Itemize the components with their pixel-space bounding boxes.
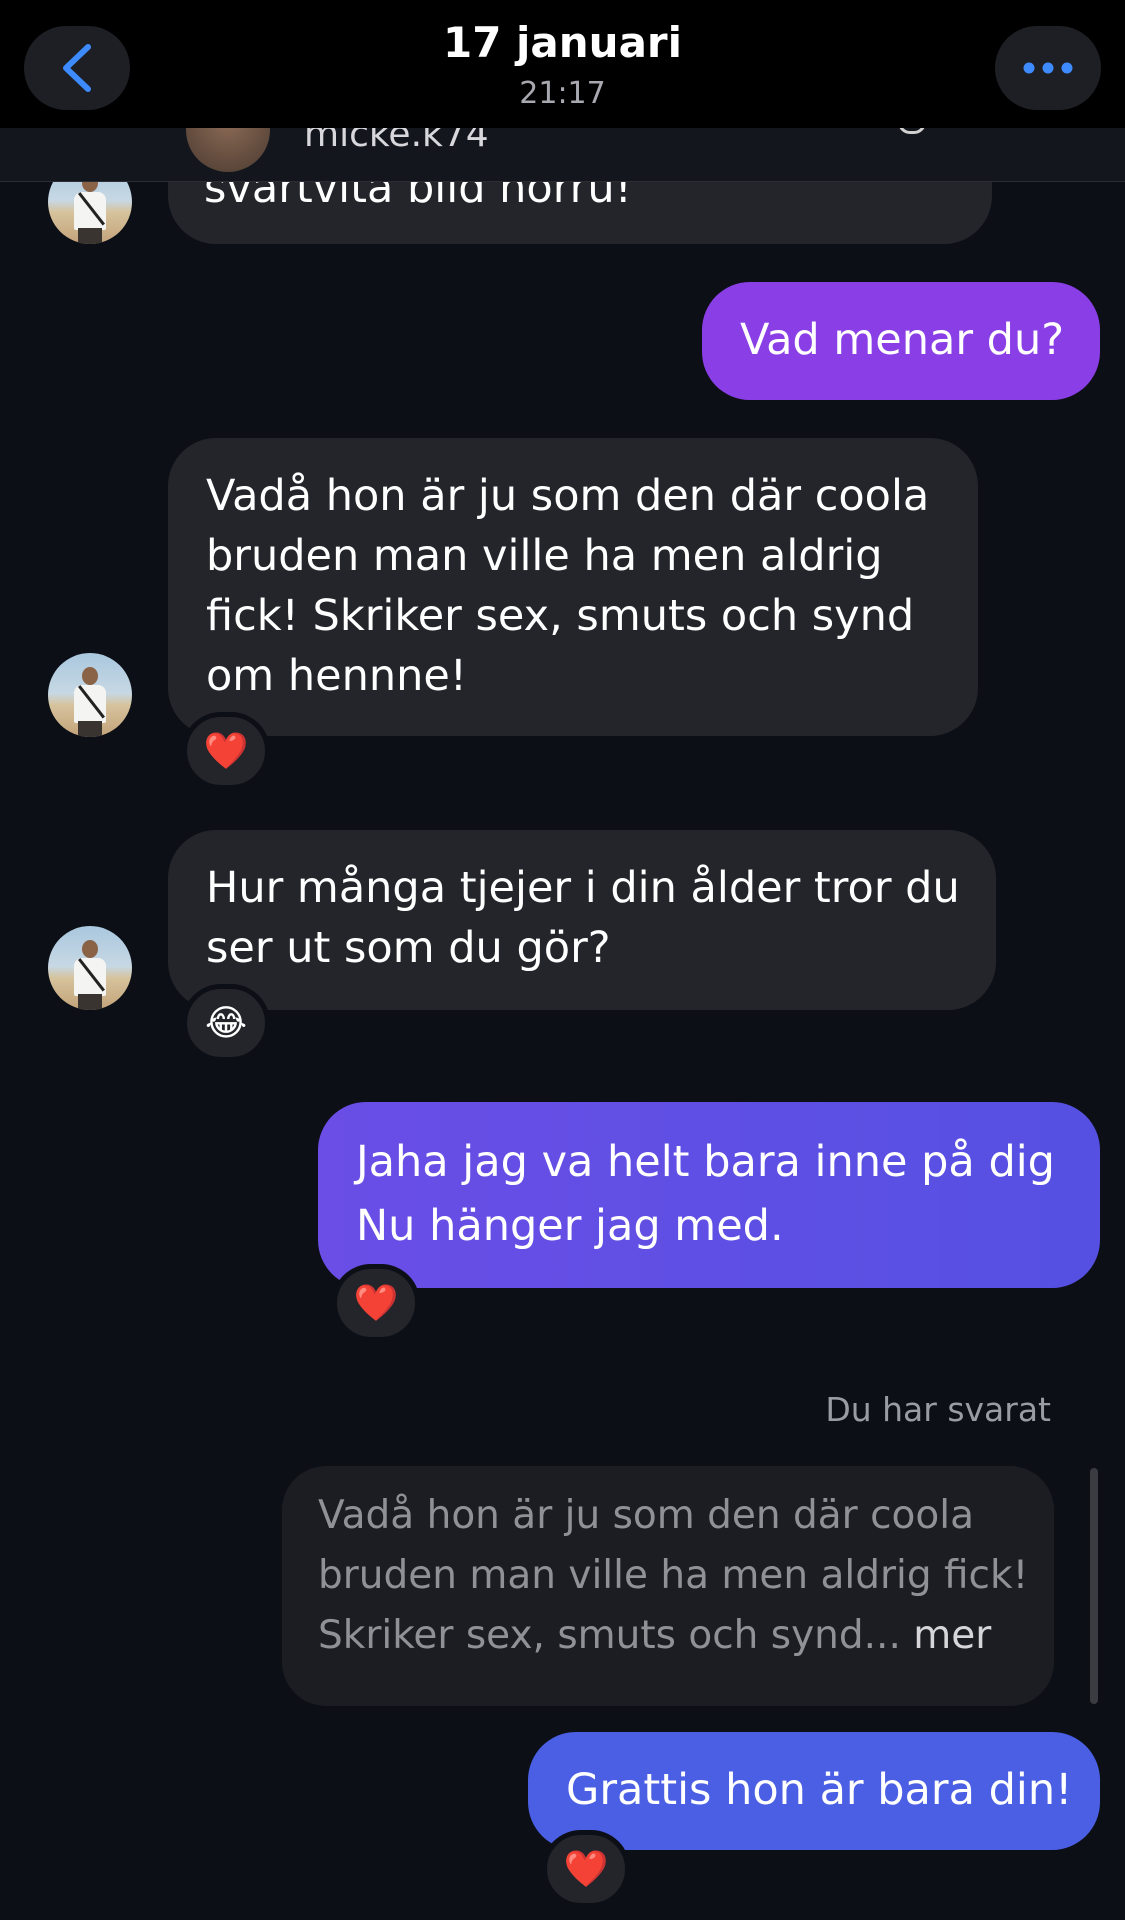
avatar — [186, 128, 270, 172]
laughing-emoji-icon: 😂 — [204, 1002, 248, 1044]
heart-reaction[interactable]: ❤️ — [332, 1264, 420, 1342]
profile-username: micke.k74 — [304, 128, 489, 155]
message-line: fick! Skriker sex, smuts och synd — [206, 591, 915, 641]
message-line: Hur många tjejer i din ålder tror du — [206, 863, 960, 913]
avatar[interactable] — [48, 653, 132, 737]
quoted-line: bruden man ville ha men aldrig fick! — [318, 1553, 1029, 1598]
avatar[interactable] — [48, 926, 132, 1010]
quoted-line: Skriker sex, smuts och synd... mer — [318, 1613, 992, 1658]
chat-header: 17 januari 21:17 — [0, 0, 1125, 128]
chat-date-title: 17 januari — [442, 18, 683, 67]
message-line: om hennne! — [206, 651, 468, 701]
message-line: Jaha jag va helt bara inne på dig — [356, 1137, 1055, 1187]
heart-icon: ❤️ — [203, 731, 249, 772]
heart-reaction[interactable]: ❤️ — [182, 712, 270, 790]
message-line: Vad menar du? — [740, 315, 1065, 365]
message-bubble-outgoing[interactable]: Jaha jag va helt bara inne på dig Nu hän… — [318, 1102, 1100, 1288]
message-bubble-outgoing[interactable]: Vad menar du? — [702, 282, 1100, 400]
more-link[interactable]: mer — [913, 1613, 991, 1658]
message-bubble-incoming[interactable]: Hur många tjejer i din ålder tror du ser… — [168, 830, 996, 1010]
heart-icon: ❤️ — [353, 1283, 399, 1324]
message-line: bruden man ville ha men aldrig — [206, 531, 883, 581]
more-options-button[interactable] — [995, 26, 1101, 110]
message-bubble-outgoing[interactable]: Grattis hon är bara din! — [528, 1732, 1100, 1850]
pinned-profile-strip[interactable]: micke.k74 — [0, 128, 1125, 182]
message-line: Grattis hon är bara din! — [566, 1765, 1073, 1815]
laugh-reaction[interactable]: 😂 — [182, 984, 270, 1062]
partial-icon — [898, 128, 926, 134]
quoted-message[interactable]: Vadå hon är ju som den där coola bruden … — [282, 1466, 1054, 1706]
reply-indicator-bar — [1090, 1468, 1098, 1704]
chat-screen: 17 januari 21:17 micke.k74 svartvita bil… — [0, 0, 1125, 1920]
message-line: Nu hänger jag med. — [356, 1201, 784, 1251]
heart-reaction[interactable]: ❤️ — [542, 1830, 630, 1908]
heart-icon: ❤️ — [563, 1849, 609, 1890]
message-bubble-incoming[interactable]: Vadå hon är ju som den där coola bruden … — [168, 438, 978, 736]
replied-label: Du har svarat — [825, 1390, 1051, 1429]
chat-time-subtitle: 21:17 — [519, 76, 606, 111]
quoted-line: Vadå hon är ju som den där coola — [318, 1493, 974, 1538]
ellipsis-icon — [1023, 62, 1073, 74]
message-line: Vadå hon är ju som den där coola — [206, 471, 930, 521]
message-line: ser ut som du gör? — [206, 923, 611, 973]
